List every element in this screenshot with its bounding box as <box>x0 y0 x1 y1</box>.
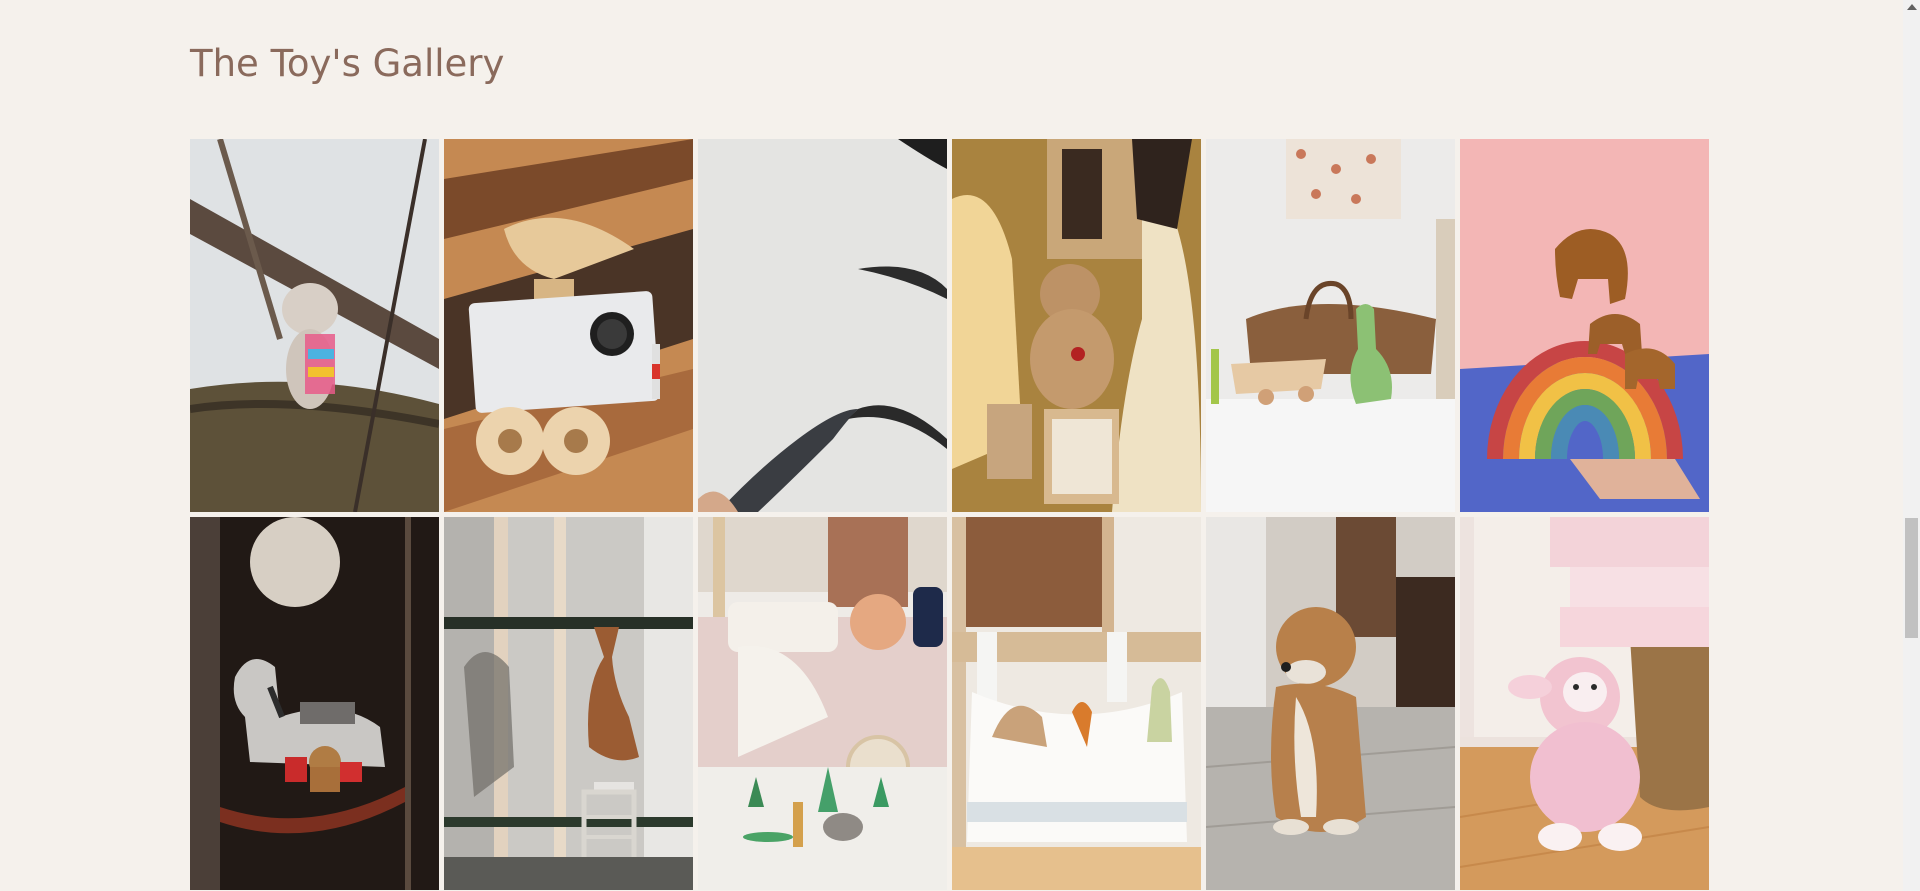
gallery-image-1[interactable] <box>190 139 439 512</box>
gallery-image-9[interactable] <box>698 517 947 890</box>
gallery-image-12[interactable] <box>1460 517 1709 890</box>
gallery-image-4[interactable] <box>952 139 1201 512</box>
scroll-up-icon[interactable] <box>1907 4 1917 10</box>
gallery-image-5[interactable] <box>1206 139 1455 512</box>
gallery-image-8[interactable] <box>444 517 693 890</box>
image-grid <box>190 139 1709 890</box>
gallery-image-6[interactable] <box>1460 139 1709 512</box>
scrollbar-thumb[interactable] <box>1905 518 1918 638</box>
gallery-image-10[interactable] <box>952 517 1201 890</box>
gallery-image-3[interactable] <box>698 139 947 512</box>
gallery-title: The Toy's Gallery <box>190 42 505 85</box>
gallery-image-11[interactable] <box>1206 517 1455 890</box>
page: The Toy's Gallery <box>0 0 1920 891</box>
gallery-image-7[interactable] <box>190 517 439 890</box>
vertical-scrollbar[interactable] <box>1903 0 1920 891</box>
gallery-image-2[interactable] <box>444 139 693 512</box>
